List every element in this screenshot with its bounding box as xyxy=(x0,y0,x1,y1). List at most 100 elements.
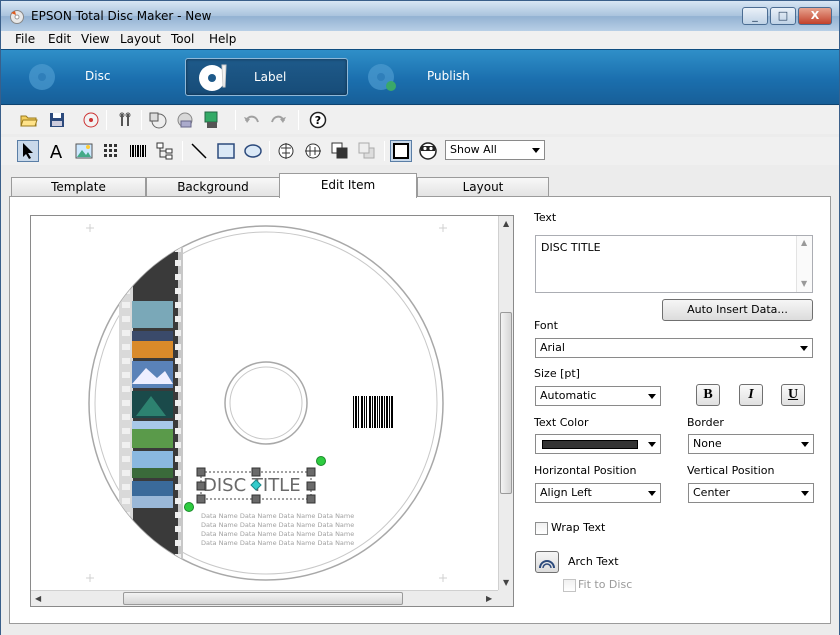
status-bar xyxy=(1,625,839,635)
film-strip-image[interactable] xyxy=(119,240,183,570)
rotate-handle-bottom[interactable] xyxy=(184,502,194,512)
vertical-position-value: Center xyxy=(693,486,731,499)
tools-icon[interactable] xyxy=(114,109,136,131)
app-window: EPSON Total Disc Maker - New _ □ X File … xyxy=(0,0,840,635)
menu-tool[interactable]: Tool xyxy=(171,32,194,46)
frame-toggle-icon[interactable] xyxy=(390,140,412,162)
data-name-row: Data Name Data Name Data Name Data Name xyxy=(201,512,354,520)
import-icon[interactable] xyxy=(147,109,169,131)
maximize-button[interactable]: □ xyxy=(770,7,796,25)
rectangle-tool-icon[interactable] xyxy=(215,140,237,162)
tab-background[interactable]: Background xyxy=(146,177,280,197)
menu-bar: File Edit View Layout Tool Help xyxy=(1,31,839,49)
size-select[interactable]: Automatic xyxy=(535,386,661,406)
tree-tool-icon[interactable] xyxy=(154,140,176,162)
font-select-value: Arial xyxy=(540,341,565,354)
text-tool-icon[interactable]: A xyxy=(45,140,67,162)
mode-publish-label: Publish xyxy=(427,69,470,83)
view-select[interactable]: Show All xyxy=(445,140,545,160)
underline-button[interactable]: U xyxy=(781,384,805,406)
open-folder-icon[interactable] xyxy=(18,109,40,131)
close-button[interactable]: X xyxy=(798,7,832,25)
arch-text-button[interactable] xyxy=(535,551,559,573)
align-center-icon[interactable] xyxy=(275,140,297,162)
rotate-handle-top[interactable] xyxy=(316,456,326,466)
barcode-item[interactable] xyxy=(353,396,393,428)
canvas-horizontal-scrollbar[interactable]: ◀ ▶ xyxy=(31,590,499,606)
mode-disc[interactable]: Disc xyxy=(21,58,161,96)
horizontal-position-select[interactable]: Align Left xyxy=(535,483,661,503)
fit-to-disc-checkbox[interactable] xyxy=(563,579,576,592)
scroll-up-icon[interactable]: ▲ xyxy=(503,219,509,228)
vertical-position-label: Vertical Position xyxy=(687,464,775,477)
italic-button[interactable]: I xyxy=(739,384,763,406)
app-icon xyxy=(10,10,24,24)
arch-text-label: Arch Text xyxy=(568,555,619,568)
data-name-row: Data Name Data Name Data Name Data Name xyxy=(201,521,354,529)
line-tool-icon[interactable] xyxy=(188,140,210,162)
chevron-down-icon xyxy=(532,148,540,153)
grid-tool-icon[interactable] xyxy=(100,140,122,162)
chevron-down-icon xyxy=(801,491,809,496)
mode-publish[interactable]: Publish xyxy=(361,58,501,96)
vertical-scroll-thumb[interactable] xyxy=(500,312,512,494)
mode-label-label: Label xyxy=(254,70,287,84)
undo-icon[interactable] xyxy=(241,109,263,131)
text-label: Text xyxy=(534,211,557,224)
wrap-text-checkbox[interactable] xyxy=(535,522,548,535)
tab-template[interactable]: Template xyxy=(11,177,146,197)
scroll-right-icon[interactable]: ▶ xyxy=(486,594,492,603)
disc-icon xyxy=(29,64,55,90)
mode-label[interactable]: Label xyxy=(185,58,348,96)
scroll-down-icon[interactable]: ▼ xyxy=(503,578,509,587)
tab-edit-item[interactable]: Edit Item xyxy=(279,173,417,198)
vertical-position-select[interactable]: Center xyxy=(688,483,814,503)
bring-forward-icon[interactable] xyxy=(329,140,351,162)
data-name-row: Data Name Data Name Data Name Data Name xyxy=(201,539,354,547)
menu-layout[interactable]: Layout xyxy=(120,32,161,46)
text-input[interactable]: DISC TITLE ▲ ▼ xyxy=(535,235,813,293)
wrap-text-label[interactable]: Wrap Text xyxy=(551,521,605,534)
label-icon xyxy=(199,64,227,91)
send-backward-icon[interactable] xyxy=(356,140,378,162)
image-tool-icon[interactable] xyxy=(73,140,95,162)
help-icon[interactable]: ? xyxy=(307,109,329,131)
export-icon[interactable] xyxy=(201,109,223,131)
print-icon[interactable] xyxy=(174,109,196,131)
disc-print-icon[interactable] xyxy=(80,109,102,131)
tab-strip: Template Background Edit Item Layout xyxy=(1,173,839,198)
barcode-tool-icon[interactable] xyxy=(127,140,149,162)
menu-edit[interactable]: Edit xyxy=(48,32,71,46)
menu-view[interactable]: View xyxy=(81,32,109,46)
align-middle-icon[interactable] xyxy=(302,140,324,162)
face-icon[interactable] xyxy=(417,140,439,162)
label-canvas[interactable]: DISC TITLE Data Name Data Name Data Name… xyxy=(30,215,514,607)
scroll-corner xyxy=(498,590,513,606)
border-select[interactable]: None xyxy=(688,434,814,454)
horizontal-scroll-thumb[interactable] xyxy=(123,592,403,605)
text-input-scrollbar[interactable]: ▲ ▼ xyxy=(796,236,812,292)
auto-insert-data-button[interactable]: Auto Insert Data... xyxy=(662,299,813,321)
ellipse-tool-icon[interactable] xyxy=(242,140,264,162)
canvas-vertical-scrollbar[interactable]: ▲ ▼ xyxy=(498,216,513,591)
select-arrow-icon[interactable] xyxy=(17,140,39,162)
fit-to-disc-label: Fit to Disc xyxy=(578,578,633,591)
font-select[interactable]: Arial xyxy=(535,338,813,358)
title-bar[interactable]: EPSON Total Disc Maker - New _ □ X xyxy=(1,1,839,31)
chevron-down-icon xyxy=(801,442,809,447)
scroll-up-icon[interactable]: ▲ xyxy=(801,238,807,247)
menu-help[interactable]: Help xyxy=(209,32,236,46)
save-icon[interactable] xyxy=(46,109,68,131)
tab-layout[interactable]: Layout xyxy=(417,177,549,197)
horizontal-position-value: Align Left xyxy=(540,486,592,499)
chevron-down-icon xyxy=(800,346,808,351)
text-input-value: DISC TITLE xyxy=(541,241,601,254)
bold-button[interactable]: B xyxy=(696,384,720,406)
text-color-select[interactable] xyxy=(535,434,661,454)
minimize-button[interactable]: _ xyxy=(742,7,768,25)
scroll-down-icon[interactable]: ▼ xyxy=(801,279,807,288)
redo-icon[interactable] xyxy=(267,109,289,131)
menu-file[interactable]: File xyxy=(15,32,35,46)
disc-preview[interactable]: DISC TITLE Data Name Data Name Data Name… xyxy=(31,216,499,591)
scroll-left-icon[interactable]: ◀ xyxy=(35,594,41,603)
